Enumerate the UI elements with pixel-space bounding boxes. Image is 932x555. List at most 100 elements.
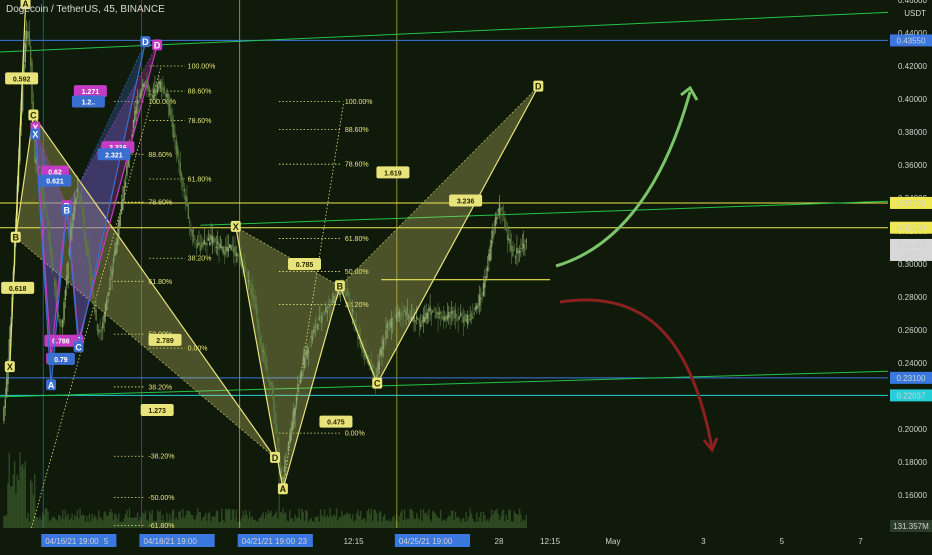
volume-bar — [409, 508, 411, 528]
volume-bar — [211, 516, 214, 528]
candle-body — [172, 124, 175, 139]
candle-body — [293, 408, 295, 425]
volume-bar — [5, 515, 8, 528]
volume-bar — [294, 514, 296, 528]
candle-body — [138, 101, 140, 103]
volume-bar — [257, 521, 259, 528]
volume-bar — [44, 508, 47, 528]
candle-body — [286, 455, 288, 457]
candle-body — [234, 246, 236, 257]
candle-body — [227, 247, 230, 252]
chart-area[interactable]: 100.00% 88.60% 78.60% 61.80% 38.20% 0.00% 100.… — [0, 0, 932, 550]
candle-body — [171, 118, 173, 128]
candle-body — [307, 350, 310, 354]
candle-body — [311, 336, 314, 340]
candle-body — [318, 316, 320, 321]
volume-bar — [191, 515, 193, 528]
volume-bar — [58, 514, 60, 528]
volume-bar — [251, 516, 254, 528]
candle-body — [72, 212, 75, 221]
time-tick-label: 04/25/21 19:00 — [399, 537, 453, 546]
volume-bar — [485, 521, 487, 528]
volume-bar — [337, 520, 339, 528]
volume-bar — [184, 515, 187, 528]
volume-bar — [216, 510, 219, 528]
candle-body — [285, 459, 287, 463]
candle-body — [505, 227, 507, 231]
volume-bar — [17, 480, 20, 528]
volume-bar — [96, 520, 99, 528]
volume-bar — [68, 519, 71, 528]
candle-body — [107, 292, 109, 296]
candle-body — [132, 119, 135, 129]
ratio-label: 0.621 — [46, 179, 64, 186]
candle-body — [222, 246, 224, 253]
candle-body — [220, 247, 223, 249]
candle-body — [303, 357, 306, 368]
volume-bar — [194, 520, 196, 528]
candle-body — [190, 226, 192, 232]
volume-bar — [103, 512, 105, 528]
candle-body — [84, 233, 87, 247]
candle-body — [119, 213, 121, 226]
price-chart[interactable]: 100.00% 88.60% 78.60% 61.80% 38.20% 0.00% 100.… — [0, 0, 932, 550]
volume-bar — [190, 514, 192, 528]
volume-bar — [363, 518, 366, 528]
volume-bar — [313, 521, 315, 528]
candle-body — [250, 284, 252, 296]
volume-bar — [8, 452, 10, 528]
volume-bar — [494, 510, 497, 528]
candle-body — [468, 315, 470, 317]
volume-bar — [249, 511, 251, 528]
candle-body — [394, 314, 397, 318]
volume-bar — [233, 509, 235, 528]
volume-bar — [247, 518, 250, 528]
candle-body — [402, 312, 405, 316]
candle-body — [41, 189, 44, 200]
candle-body — [62, 319, 64, 328]
level-price-label: 0.33700 — [897, 199, 926, 208]
volume-bar — [230, 519, 232, 528]
volume-bar — [358, 515, 360, 528]
candle-body — [47, 220, 49, 231]
fib-level-label: 78.60% — [188, 118, 212, 125]
candle-body — [485, 275, 487, 279]
volume-bar — [45, 508, 48, 528]
volume-bar — [493, 511, 495, 528]
candle-body — [139, 93, 141, 99]
volume-bar — [19, 451, 21, 528]
candle-body — [354, 319, 356, 323]
volume-bar — [430, 521, 433, 528]
volume-bar — [40, 520, 43, 528]
volume-bar — [301, 508, 303, 528]
level-price-label: 0.23100 — [897, 374, 926, 383]
candle-body — [416, 316, 418, 320]
candle-body — [428, 309, 430, 311]
volume-bar — [460, 521, 462, 528]
volume-bar — [504, 521, 506, 528]
volume-bar — [311, 521, 314, 528]
volume-bar — [506, 519, 509, 528]
volume-bar — [270, 510, 272, 528]
candle-body — [351, 309, 354, 312]
candle-body — [262, 350, 264, 352]
volume-bar — [183, 518, 185, 528]
pattern-point-label: D — [535, 82, 542, 92]
candle-body — [219, 244, 222, 248]
volume-bar — [462, 517, 465, 528]
volume-bar — [417, 517, 419, 528]
volume-bar — [82, 514, 84, 528]
volume-bar — [400, 512, 402, 528]
candle-body — [251, 287, 254, 299]
volume-bar — [458, 519, 461, 528]
volume-bar — [437, 517, 439, 528]
volume-bar — [317, 515, 319, 528]
trendline — [200, 200, 889, 226]
volume-bar — [258, 518, 260, 528]
candle-body — [460, 312, 462, 317]
volume-bar — [330, 515, 332, 528]
candle-body — [266, 366, 268, 372]
volume-bar — [517, 514, 519, 528]
candle-body — [86, 240, 88, 255]
volume-bar — [498, 520, 501, 528]
